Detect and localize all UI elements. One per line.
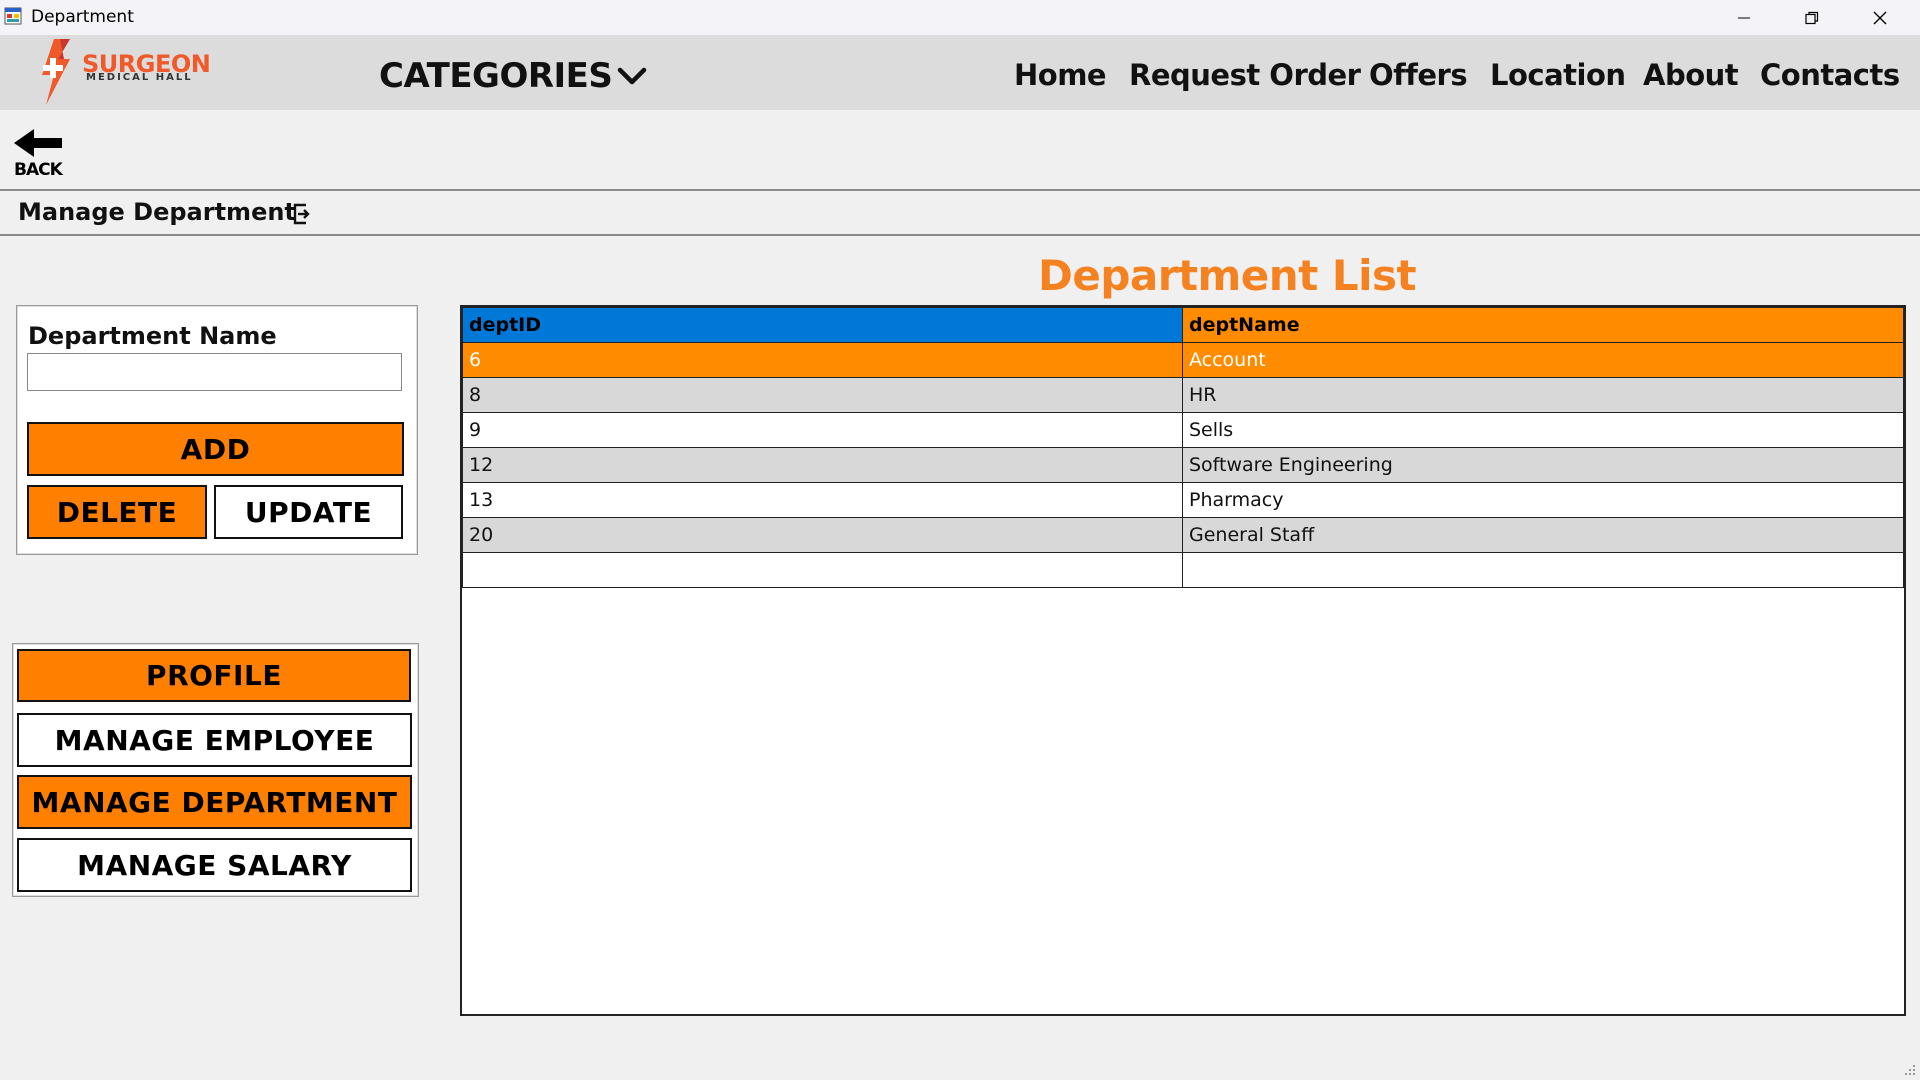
logout-icon[interactable] xyxy=(291,202,311,226)
table-cell[interactable]: Pharmacy xyxy=(1182,482,1904,518)
restore-icon xyxy=(1805,11,1819,24)
table-cell[interactable]: Sells xyxy=(1182,412,1904,448)
department-list-title: Department List xyxy=(1038,251,1417,300)
categories-dropdown[interactable]: CATEGORIES xyxy=(379,55,648,97)
table-cell[interactable]: HR xyxy=(1182,377,1904,413)
table-cell[interactable]: 9 xyxy=(462,412,1183,448)
manage-salary-button[interactable]: MANAGE SALARY xyxy=(17,838,412,892)
nav-request-order[interactable]: Request Order xyxy=(1129,53,1361,97)
chevron-down-icon xyxy=(618,67,647,85)
close-button[interactable] xyxy=(1846,0,1914,35)
table-cell[interactable]: 13 xyxy=(462,482,1183,518)
table-cell[interactable]: 12 xyxy=(462,447,1183,483)
table-row[interactable]: 9 Sells xyxy=(462,412,1904,448)
column-header-deptname[interactable]: deptName xyxy=(1182,307,1904,343)
table-row[interactable]: 8 HR xyxy=(462,377,1904,413)
table-row[interactable]: 6 Account xyxy=(462,342,1904,378)
table-row-new[interactable] xyxy=(462,552,1904,588)
update-button[interactable]: UPDATE xyxy=(214,485,403,539)
table-header-row: deptID deptName xyxy=(462,307,1904,343)
divider xyxy=(0,234,1920,236)
nav-location[interactable]: Location xyxy=(1490,53,1626,97)
minimize-button[interactable] xyxy=(1710,0,1778,35)
column-header-deptid[interactable]: deptID xyxy=(462,307,1183,343)
department-table[interactable]: deptID deptName 6 Account 8 HR 9 Sells 1… xyxy=(460,305,1906,1016)
manage-employee-button[interactable]: MANAGE EMPLOYEE xyxy=(17,713,412,767)
delete-button[interactable]: DELETE xyxy=(27,485,207,539)
window-title: Department xyxy=(31,7,134,27)
resize-grip-icon[interactable] xyxy=(1902,1062,1916,1076)
table-cell[interactable] xyxy=(462,552,1183,588)
table-row[interactable]: 12 Software Engineering xyxy=(462,447,1904,483)
table-cell[interactable]: 8 xyxy=(462,377,1183,413)
table-row[interactable]: 13 Pharmacy xyxy=(462,482,1904,518)
back-label: BACK xyxy=(14,160,63,180)
table-cell[interactable]: Software Engineering xyxy=(1182,447,1904,483)
nav-contacts[interactable]: Contacts xyxy=(1760,53,1900,97)
add-button[interactable]: ADD xyxy=(27,422,404,476)
table-cell[interactable]: Account xyxy=(1182,342,1904,378)
nav-about[interactable]: About xyxy=(1643,53,1739,97)
department-name-label: Department Name xyxy=(28,322,277,350)
table-row[interactable]: 20 General Staff xyxy=(462,517,1904,553)
categories-label: CATEGORIES xyxy=(379,56,613,96)
minimize-icon xyxy=(1738,17,1750,18)
department-name-input[interactable] xyxy=(27,353,402,391)
table-cell[interactable] xyxy=(1182,552,1904,588)
section-title: Manage Department xyxy=(18,198,296,226)
logo-subtitle: MEDICAL HALL xyxy=(86,72,193,83)
restore-button[interactable] xyxy=(1778,0,1846,35)
table-cell[interactable]: General Staff xyxy=(1182,517,1904,553)
window-titlebar: Department xyxy=(0,0,1920,35)
nav-home[interactable]: Home xyxy=(1014,53,1107,97)
table-cell[interactable]: 20 xyxy=(462,517,1183,553)
manage-department-button[interactable]: MANAGE DEPARTMENT xyxy=(17,775,412,829)
app-icon xyxy=(4,7,22,25)
nav-offers[interactable]: Offers xyxy=(1369,53,1468,97)
profile-button[interactable]: PROFILE xyxy=(17,649,411,702)
app-header xyxy=(0,35,1920,110)
close-icon xyxy=(1873,11,1887,24)
table-cell[interactable]: 6 xyxy=(462,342,1183,378)
divider xyxy=(0,189,1920,191)
